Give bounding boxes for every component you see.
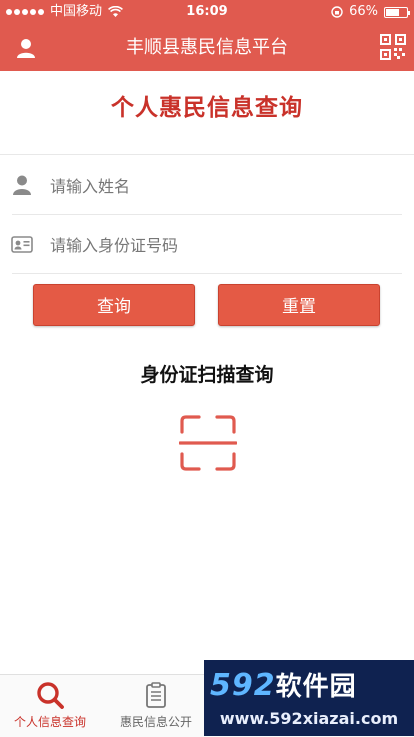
watermark-url: www.592xiazai.com (219, 709, 399, 728)
scan-title: 身份证扫描查询 (140, 364, 274, 386)
page-title: 个人惠民信息查询 (111, 95, 303, 121)
watermark-logo-text: 软件园 (275, 672, 357, 702)
reset-button[interactable]: 重置 (218, 284, 380, 326)
id-number-input[interactable] (48, 224, 392, 266)
battery-percent: 66% (349, 4, 378, 19)
scan-frame-icon[interactable] (179, 414, 237, 472)
status-right: 66% (331, 0, 410, 24)
watermark-banner: 592软件园 www.592xiazai.com (204, 660, 414, 736)
id-field-row (0, 216, 414, 272)
top-bar: 中国移动 16:09 66% 丰顺县惠民信息平台 (0, 0, 414, 71)
battery-icon (384, 6, 410, 18)
watermark-logo-number: 592 (210, 668, 276, 703)
tab-label: 惠民信息公开 (119, 715, 192, 729)
clipboard-icon (146, 682, 166, 708)
divider (12, 214, 402, 215)
search-icon (37, 682, 64, 709)
person-icon (13, 175, 31, 195)
header-title: 丰顺县惠民信息平台 (126, 37, 288, 58)
query-button[interactable]: 查询 (33, 284, 195, 326)
name-input[interactable] (48, 165, 392, 207)
qr-code-icon[interactable] (380, 34, 406, 60)
tab-public-info[interactable]: 惠民信息公开 (106, 675, 206, 737)
status-bar: 中国移动 16:09 66% (0, 0, 414, 24)
name-field-row (0, 157, 414, 213)
watermark-logo: 592软件园 (210, 666, 357, 703)
battery-fill (386, 8, 400, 16)
app-header: 丰顺县惠民信息平台 (0, 24, 414, 71)
orientation-lock-icon (331, 6, 343, 18)
divider (0, 154, 414, 155)
id-card-icon (11, 236, 33, 253)
tab-personal-info-query[interactable]: 个人信息查询 (0, 675, 100, 737)
tab-label: 个人信息查询 (13, 715, 86, 729)
divider (12, 273, 402, 274)
